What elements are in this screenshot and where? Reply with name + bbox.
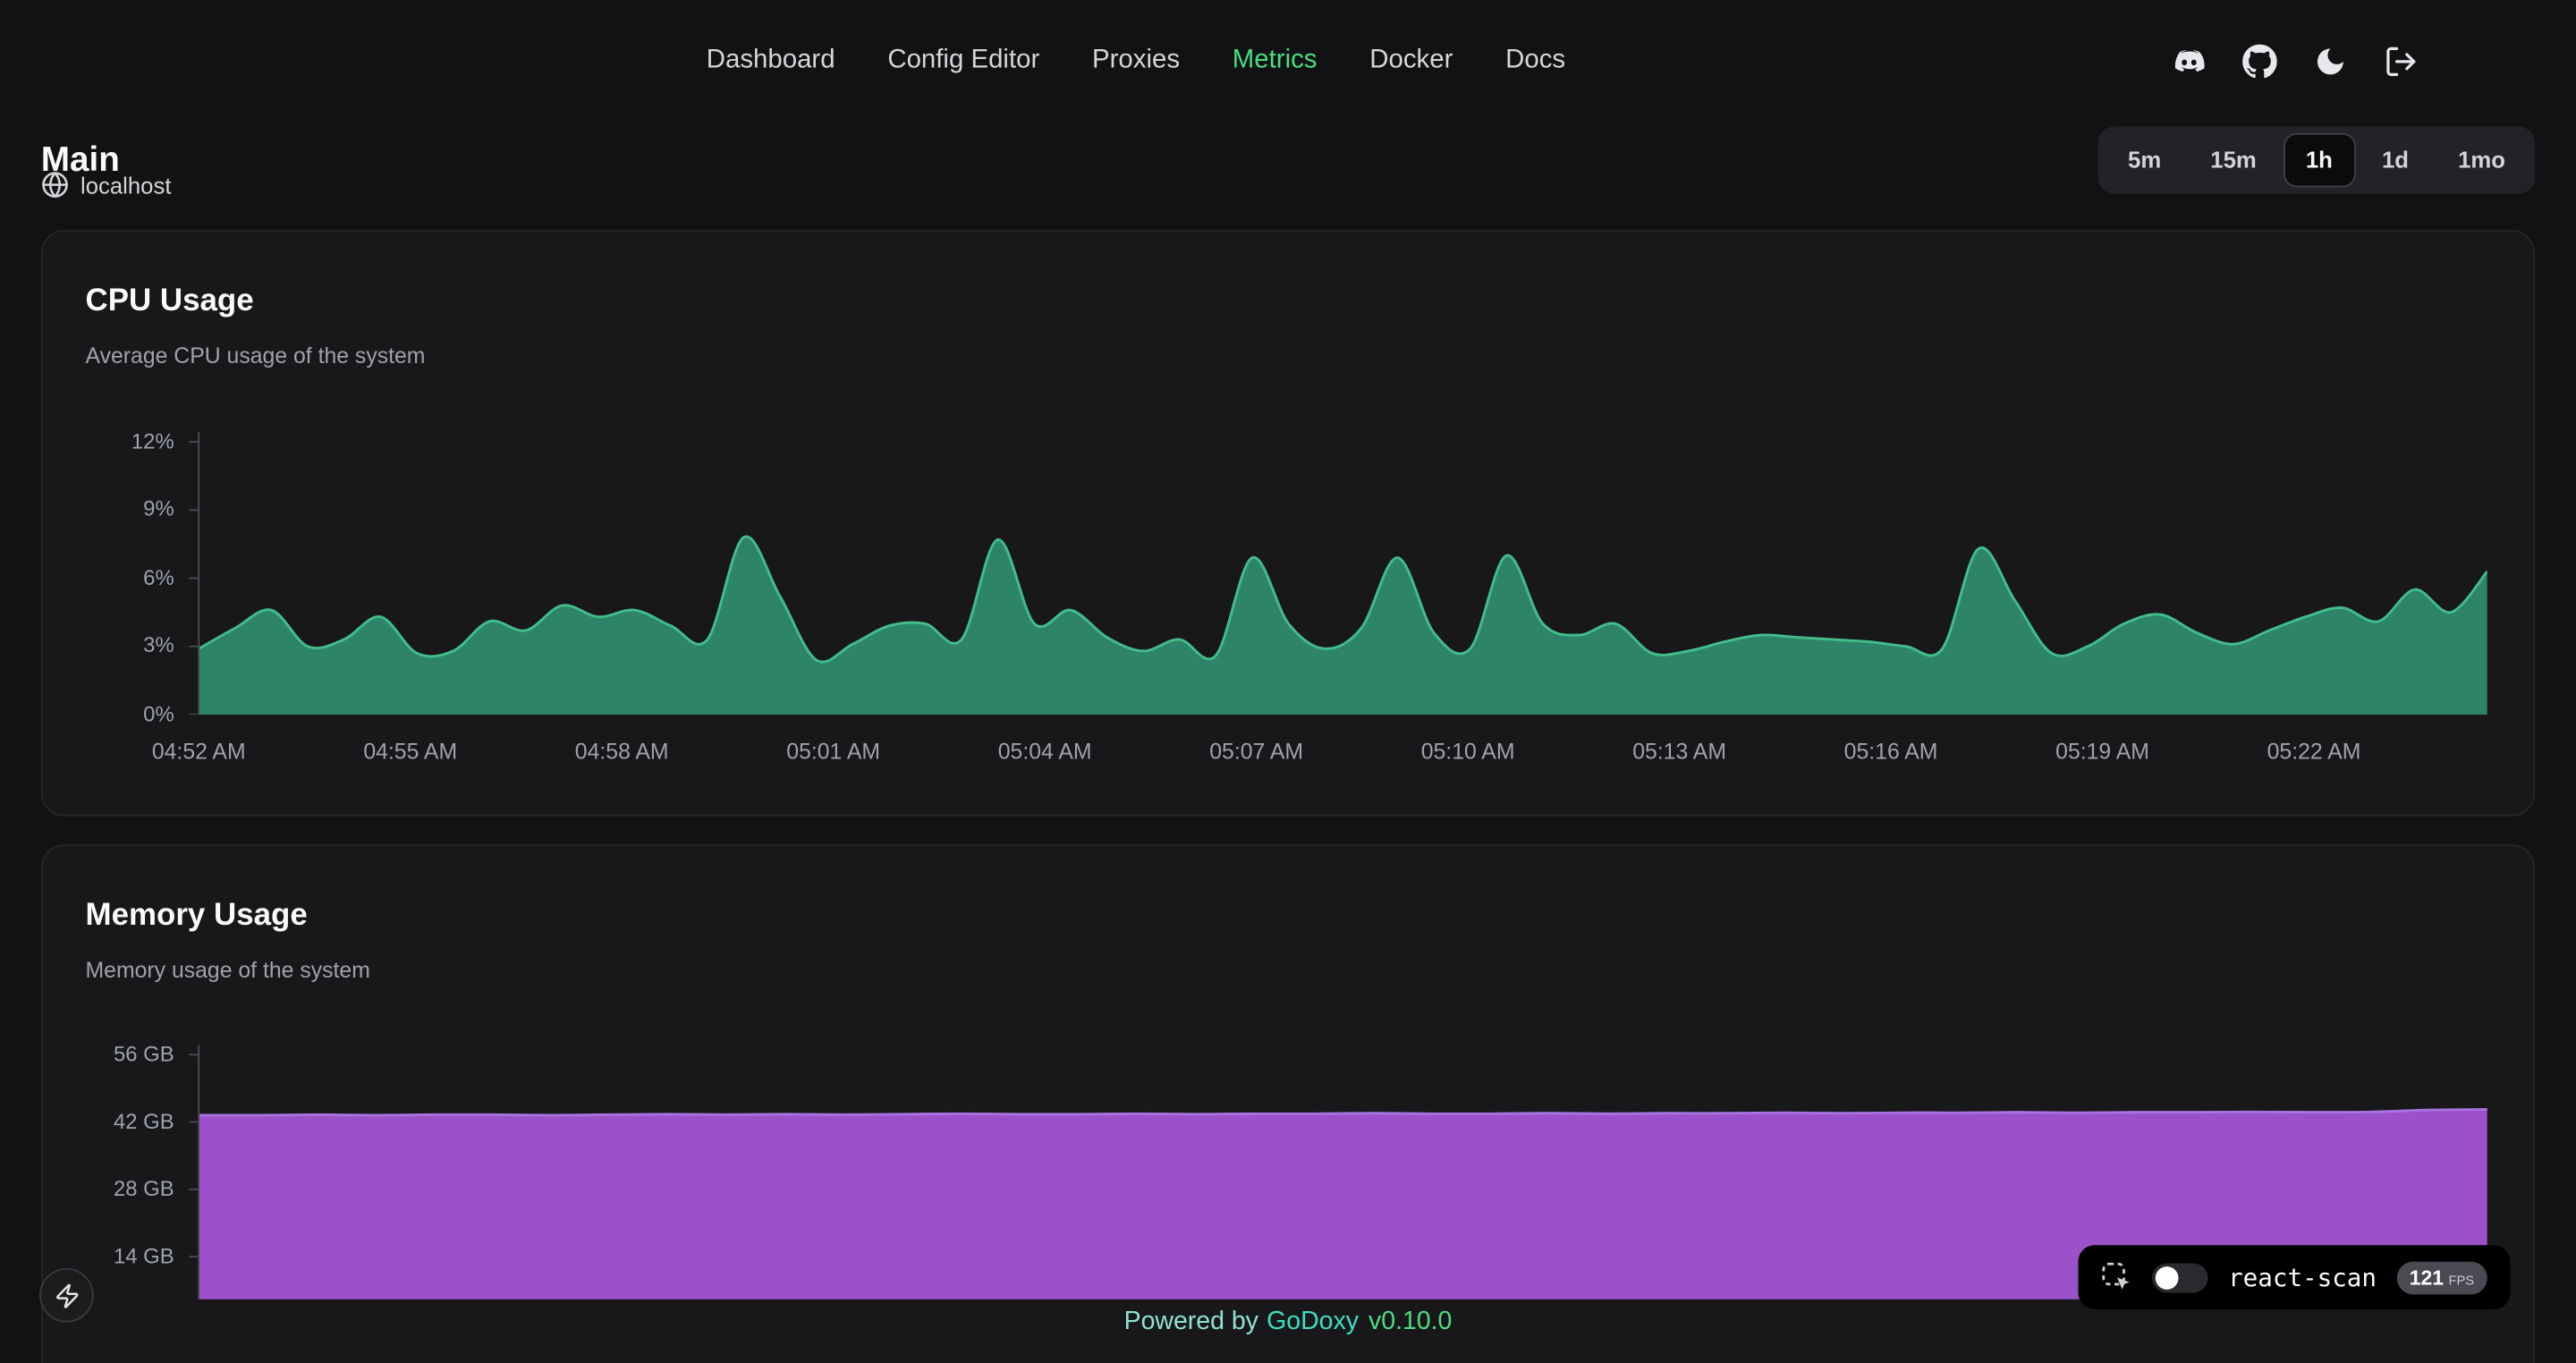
y-axis-label: 56 GB <box>43 1040 174 1070</box>
time-range-1d[interactable]: 1d <box>2359 133 2431 188</box>
sign-out-icon[interactable] <box>2384 45 2419 80</box>
y-axis-label: 9% <box>43 495 174 525</box>
nav-docs[interactable]: Docs <box>1505 41 1565 80</box>
x-axis-label: 05:19 AM <box>2055 740 2149 765</box>
globe-icon <box>41 171 69 199</box>
x-axis-label: 04:58 AM <box>575 740 669 765</box>
react-scan-label: react-scan <box>2228 1263 2377 1292</box>
nav-proxies[interactable]: Proxies <box>1092 41 1180 80</box>
discord-icon[interactable] <box>2172 45 2207 80</box>
x-axis-label: 05:16 AM <box>1844 740 1938 765</box>
cpu-card-subtitle: Average CPU usage of the system <box>86 343 426 368</box>
y-axis-label: 42 GB <box>43 1107 174 1137</box>
y-axis-label: 0% <box>43 699 174 729</box>
footer-godoxy-link[interactable]: GoDoxy <box>1267 1308 1359 1335</box>
x-axis-label: 04:55 AM <box>363 740 457 765</box>
y-axis-label: 12% <box>43 428 174 457</box>
react-scan-toggle[interactable] <box>2153 1263 2208 1292</box>
y-axis-label: 6% <box>43 563 174 593</box>
lightning-icon <box>54 1283 80 1308</box>
time-range-1h[interactable]: 1h <box>2283 133 2355 188</box>
cpu-usage-chart <box>189 432 2487 715</box>
x-axis-label: 04:52 AM <box>152 740 246 765</box>
time-range-5m[interactable]: 5m <box>2105 133 2184 188</box>
x-axis-label: 05:07 AM <box>1209 740 1303 765</box>
memory-card-title: Memory Usage <box>86 899 308 935</box>
header-icons <box>2172 45 2419 80</box>
memory-card-subtitle: Memory usage of the system <box>86 958 370 983</box>
cpu-card-title: CPU Usage <box>86 284 254 320</box>
fps-unit: FPS <box>2449 1273 2475 1288</box>
react-scan-logo-icon <box>2102 1262 2133 1293</box>
x-axis-label: 05:04 AM <box>998 740 1092 765</box>
fps-badge: 121 FPS <box>2396 1261 2487 1294</box>
time-range-1mo[interactable]: 1mo <box>2435 133 2528 188</box>
react-scan-widget[interactable]: react-scan 121 FPS <box>2079 1245 2511 1309</box>
toggle-knob <box>2156 1266 2179 1289</box>
x-axis-label: 05:01 AM <box>786 740 880 765</box>
x-axis-label: 05:10 AM <box>1421 740 1515 765</box>
fps-value: 121 <box>2410 1261 2444 1294</box>
devtools-toggle-button[interactable] <box>39 1268 94 1323</box>
dark-mode-icon[interactable] <box>2313 45 2348 80</box>
nav-docker[interactable]: Docker <box>1369 41 1453 80</box>
y-axis-label: 3% <box>43 631 174 661</box>
nav-metrics[interactable]: Metrics <box>1233 41 1318 80</box>
nav-dashboard[interactable]: Dashboard <box>707 41 835 80</box>
x-axis-label: 05:22 AM <box>2267 740 2361 765</box>
footer-powered-by: Powered by <box>1124 1308 1258 1335</box>
footer-version: v0.10.0 <box>1368 1308 1452 1335</box>
nav-config-editor[interactable]: Config Editor <box>887 41 1039 80</box>
y-axis-label: 28 GB <box>43 1174 174 1204</box>
main-nav: Dashboard Config Editor Proxies Metrics … <box>707 41 1565 80</box>
host-label: localhost <box>80 172 172 198</box>
time-range-selector: 5m 15m 1h 1d 1mo <box>2098 126 2535 193</box>
cpu-usage-card: CPU Usage Average CPU usage of the syste… <box>41 230 2535 817</box>
github-icon[interactable] <box>2242 45 2277 80</box>
time-range-15m[interactable]: 15m <box>2188 133 2280 188</box>
y-axis-label: 14 GB <box>43 1242 174 1272</box>
host-row: localhost <box>41 171 172 199</box>
x-axis-label: 05:13 AM <box>1632 740 1726 765</box>
godoxy-metrics-page: Dashboard Config Editor Proxies Metrics … <box>0 0 2576 1363</box>
footer: Powered by GoDoxy v0.10.0 <box>0 1308 2576 1337</box>
